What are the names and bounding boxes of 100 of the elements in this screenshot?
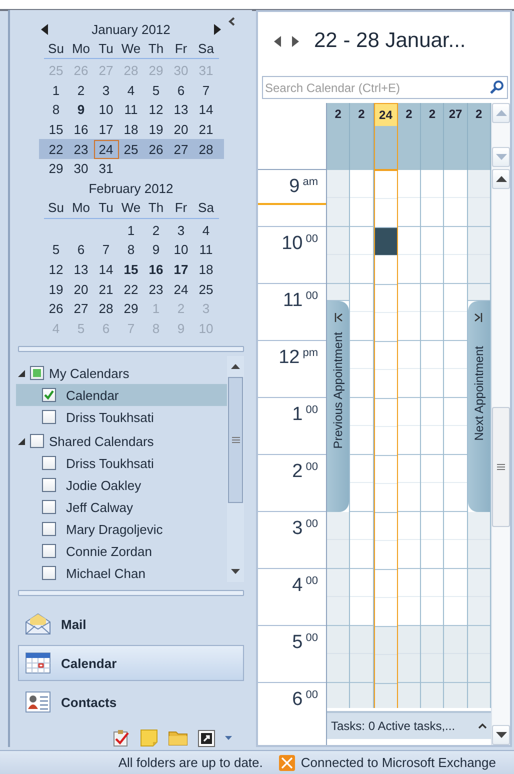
checkbox[interactable] xyxy=(42,478,56,492)
shortcut-icon[interactable] xyxy=(198,730,215,747)
time-slot[interactable] xyxy=(374,228,397,285)
calendar-day[interactable]: 26 xyxy=(44,301,68,316)
calendar-day[interactable]: 20 xyxy=(168,122,194,138)
week-row[interactable]: 15 16 17 18 19 20 21 xyxy=(44,120,218,140)
calendar-day[interactable]: 17 xyxy=(94,122,118,138)
week-row[interactable]: 1 2 3 4 5 6 7 xyxy=(44,80,218,100)
week-row[interactable]: 8 9 10 11 12 13 14 xyxy=(44,100,218,120)
checkbox[interactable] xyxy=(42,410,56,424)
calendar-day[interactable]: 3 xyxy=(94,82,118,98)
week-row[interactable]: 5 6 7 8 9 10 11 xyxy=(44,240,218,260)
calendar-day[interactable]: 14 xyxy=(94,262,118,278)
calendar-day[interactable]: 2 xyxy=(144,222,168,238)
calendar-item[interactable]: Mary Dragoljevic xyxy=(16,518,227,540)
checkbox[interactable] xyxy=(42,566,56,580)
calendar-day[interactable]: 12 xyxy=(144,102,168,118)
calendar-day[interactable]: 9 xyxy=(144,242,168,258)
checkbox[interactable] xyxy=(42,456,56,470)
appointment-block[interactable] xyxy=(374,228,397,255)
calendar-item[interactable]: Jodie Oakley xyxy=(16,474,227,496)
day-header[interactable]: 2 xyxy=(468,103,490,125)
calendar-day[interactable]: 25 xyxy=(194,282,218,297)
calendar-day[interactable]: 1 xyxy=(44,82,68,98)
week-row[interactable]: 12 13 14 15 16 17 18 xyxy=(44,260,218,280)
calendar-day[interactable]: 3 xyxy=(168,222,194,238)
calendar-day[interactable]: 28 xyxy=(94,301,118,316)
calendar-day[interactable]: 4 xyxy=(118,82,144,98)
calendar-day[interactable]: 29 xyxy=(118,301,144,316)
expand-icon[interactable] xyxy=(18,438,25,445)
calendar-day[interactable]: 26 xyxy=(144,142,168,157)
calendar-day[interactable]: 19 xyxy=(144,122,168,138)
previous-week-icon[interactable] xyxy=(274,36,281,46)
calendar-day[interactable]: 23 xyxy=(68,142,94,157)
calendar-day[interactable]: 22 xyxy=(118,282,144,297)
calendar-day[interactable]: 5 xyxy=(44,242,68,258)
calendar-day[interactable]: 15 xyxy=(44,122,68,138)
calendar-day[interactable]: 28 xyxy=(194,142,218,157)
calendar-day[interactable]: 25 xyxy=(118,142,144,157)
scroll-down-icon[interactable] xyxy=(496,732,506,738)
day-header[interactable]: 27 xyxy=(444,103,467,125)
calendar-day[interactable]: 12 xyxy=(44,262,68,278)
calendar-day[interactable]: 2 xyxy=(68,82,94,98)
calendar-day[interactable]: 17 xyxy=(168,262,194,278)
collapse-icon[interactable] xyxy=(228,17,236,26)
week-row[interactable]: 22 23 24 25 26 27 28 xyxy=(38,139,224,159)
calendar-day[interactable]: 8 xyxy=(118,242,144,258)
checkbox[interactable] xyxy=(42,522,56,536)
nav-button[interactable]: Contacts xyxy=(18,684,244,720)
calendar-day[interactable]: 10 xyxy=(168,242,194,258)
calendar-day[interactable]: 22 xyxy=(44,142,68,157)
calendar-day[interactable]: 9 xyxy=(68,102,94,118)
next-month-icon[interactable] xyxy=(213,24,221,34)
calendar-day[interactable]: 21 xyxy=(94,282,118,297)
scrollbar[interactable] xyxy=(227,356,244,582)
scrollbar[interactable] xyxy=(491,103,510,746)
checkbox[interactable] xyxy=(42,544,56,558)
search-icon[interactable] xyxy=(490,80,504,94)
side-tab[interactable]: Next Appointment xyxy=(468,301,490,512)
calendar-day[interactable]: 19 xyxy=(44,282,68,297)
side-tab[interactable]: Previous Appointment xyxy=(327,301,350,512)
scroll-up-icon[interactable] xyxy=(231,364,240,370)
day-header[interactable]: 2 xyxy=(421,103,444,125)
calendar-day[interactable]: 10 xyxy=(94,102,118,118)
scroll-down-icon[interactable] xyxy=(231,569,240,574)
calendar-day[interactable]: 1 xyxy=(118,222,144,238)
calendar-day[interactable]: 21 xyxy=(194,122,218,138)
tasks-icon[interactable] xyxy=(112,729,130,748)
day-header[interactable]: 2 xyxy=(350,103,373,125)
expand-icon[interactable] xyxy=(18,370,25,377)
nav-button[interactable]: Mail xyxy=(18,606,244,642)
tasks-bar[interactable]: Tasks: 0 Active tasks,... xyxy=(327,711,491,739)
calendar-day[interactable]: 6 xyxy=(168,82,194,98)
week-row[interactable]: 19 20 21 22 23 24 25 xyxy=(44,279,218,299)
calendar-item[interactable]: Driss Toukhsati xyxy=(16,452,227,474)
calendar-day[interactable]: 14 xyxy=(194,102,218,118)
calendar-item[interactable]: Calendar xyxy=(16,384,227,406)
calendar-item[interactable]: Jeff Calway xyxy=(16,496,227,518)
calendar-day[interactable]: 18 xyxy=(118,122,144,138)
scroll-up-icon[interactable] xyxy=(496,176,506,182)
calendar-day[interactable]: 27 xyxy=(168,142,194,157)
calendar-day[interactable]: 31 xyxy=(94,161,118,176)
calendar-day[interactable]: 23 xyxy=(144,282,168,297)
nav-button[interactable]: Calendar xyxy=(18,645,244,682)
search-field[interactable]: Search Calendar (Ctrl+E) xyxy=(262,76,508,99)
calendar-day[interactable]: 11 xyxy=(194,242,218,258)
calendar-day[interactable]: 13 xyxy=(68,262,94,278)
next-week-icon[interactable] xyxy=(292,36,299,46)
calendar-day[interactable]: 24 xyxy=(94,140,118,159)
calendar-day[interactable]: 4 xyxy=(194,222,218,238)
calendar-day[interactable]: 20 xyxy=(68,282,94,297)
calendar-day[interactable]: 7 xyxy=(194,82,218,98)
checkbox[interactable] xyxy=(30,434,44,448)
dropdown-icon[interactable] xyxy=(225,736,232,740)
day-header[interactable]: 2 xyxy=(398,103,420,125)
grip-icon[interactable] xyxy=(497,464,505,470)
calendar-day[interactable]: 8 xyxy=(44,102,68,118)
notes-icon[interactable] xyxy=(140,729,158,748)
calendar-item[interactable]: Driss Toukhsati xyxy=(16,406,227,428)
calendar-day[interactable]: 24 xyxy=(168,282,194,297)
